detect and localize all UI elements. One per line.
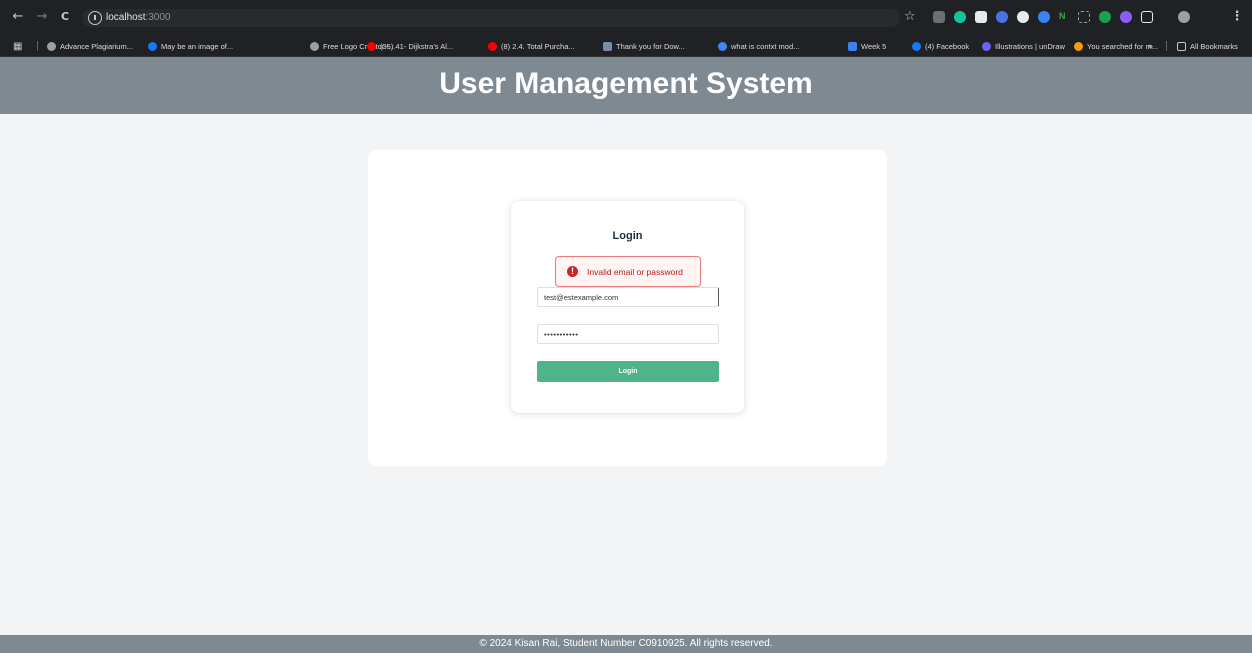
url-text: localhost:3000 [106, 12, 171, 23]
apps-grid-icon[interactable]: ▦ [13, 39, 22, 53]
content-card: Login ! Invalid email or password Login [368, 150, 887, 466]
globe-icon [310, 41, 319, 51]
bookmarks-separator [1166, 41, 1167, 51]
app-header: User Management System [0, 57, 1252, 114]
page-title: User Management System [439, 67, 813, 100]
profile-avatar-icon[interactable] [1178, 11, 1190, 23]
reload-button[interactable]: C [57, 9, 73, 25]
bookmarks-overflow-button[interactable]: » [1148, 39, 1153, 53]
page: User Management System Login ! Invalid e… [0, 57, 1252, 653]
extension-icon[interactable] [933, 11, 945, 23]
bookmark-item[interactable]: May be an image of... [148, 39, 233, 53]
bookmark-item[interactable]: You searched for m... [1074, 39, 1158, 53]
browser-toolbar: ← → C localhost:3000 ☆ N ⋮ [0, 0, 1252, 35]
bookmark-star-icon[interactable]: ☆ [904, 9, 916, 25]
login-heading: Login [612, 230, 643, 242]
youtube-icon [367, 41, 376, 51]
email-field[interactable] [537, 287, 719, 307]
youtube-icon [488, 41, 497, 51]
site-info-icon[interactable] [88, 11, 102, 25]
bookmark-label: Week 5 [861, 41, 887, 51]
grammarly-extension-icon[interactable] [954, 11, 966, 23]
bookmark-label: Advance Plagiarium... [60, 41, 133, 51]
footer-copyright: © 2024 Kisan Rai, Student Number C091092… [479, 638, 773, 649]
bookmark-item[interactable]: (8) 2.4. Total Purcha... [488, 39, 575, 53]
forward-button[interactable]: → [34, 9, 50, 25]
error-message: Invalid email or password [587, 267, 683, 277]
bookmark-item[interactable]: Thank you for Dow... [603, 39, 685, 53]
bookmark-label: (8) 2.4. Total Purcha... [501, 41, 575, 51]
bookmark-item[interactable]: Advance Plagiarium... [47, 39, 133, 53]
bookmarks-separator [37, 41, 38, 51]
extension-icon[interactable] [996, 11, 1008, 23]
calendar-icon [848, 41, 857, 51]
bookmark-item[interactable]: (4) Facebook [912, 39, 969, 53]
menu-kebab-icon[interactable]: ⋮ [1229, 9, 1245, 25]
folder-icon [1177, 41, 1186, 51]
login-form: Login ! Invalid email or password Login [511, 201, 744, 413]
error-icon: ! [567, 266, 578, 277]
extension-icon[interactable] [1038, 11, 1050, 23]
bookmark-label: Illustrations | unDraw [995, 41, 1065, 51]
bookmark-item[interactable]: what is contxt mod... [718, 39, 799, 53]
extension-icon[interactable] [1078, 11, 1090, 23]
bookmark-item[interactable]: Week 5 [848, 39, 886, 53]
bookmark-label: (4) Facebook [925, 41, 970, 51]
extension-icon[interactable] [1099, 11, 1111, 23]
facebook-icon [912, 41, 921, 51]
extension-icon[interactable] [1017, 11, 1029, 23]
footer: © 2024 Kisan Rai, Student Number C091092… [0, 635, 1252, 653]
extensions-puzzle-icon[interactable] [1141, 11, 1153, 23]
all-bookmarks-button[interactable]: All Bookmarks [1177, 39, 1238, 53]
bookmark-label: (35) 41- Dijkstra's Al... [380, 41, 454, 51]
download-icon [1074, 41, 1083, 51]
login-button[interactable]: Login [537, 361, 719, 382]
extension-n-icon[interactable]: N [1059, 11, 1071, 23]
extension-icon[interactable] [1120, 11, 1132, 23]
bookmarks-bar: ▦ Advance Plagiarium... May be an image o… [0, 35, 1252, 57]
globe-icon [47, 41, 56, 51]
bookmark-label: what is contxt mod... [731, 41, 800, 51]
bookmark-item[interactable]: (35) 41- Dijkstra's Al... [367, 39, 453, 53]
bookmark-label: Thank you for Dow... [616, 41, 685, 51]
back-button[interactable]: ← [10, 9, 26, 25]
facebook-icon [148, 41, 157, 51]
google-icon [718, 41, 727, 51]
bookmark-label: May be an image of... [161, 41, 234, 51]
bookmark-item[interactable]: Illustrations | unDraw [982, 39, 1065, 53]
xbox-icon [603, 41, 612, 51]
error-alert: ! Invalid email or password [555, 256, 701, 287]
undraw-icon [982, 41, 991, 51]
extension-icon[interactable] [975, 11, 987, 23]
address-bar[interactable]: localhost:3000 [82, 9, 900, 27]
password-field[interactable] [537, 324, 719, 344]
